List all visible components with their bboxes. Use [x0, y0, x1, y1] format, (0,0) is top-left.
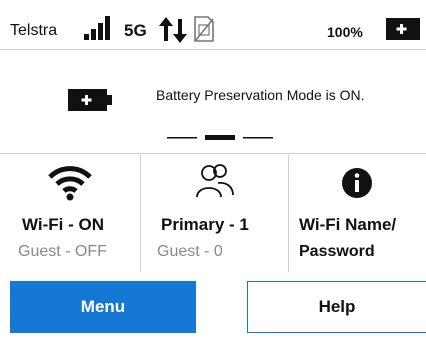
wifi-status: Wi-Fi - ON — [22, 215, 104, 234]
signal-strength-icon — [84, 16, 110, 40]
users-icon — [196, 164, 234, 198]
wifi-password-label: Password — [299, 243, 375, 260]
wifi-name-password-tile[interactable]: Wi-Fi Name/ Password — [289, 155, 426, 272]
wifi-name-label: Wi-Fi Name/ — [299, 215, 397, 234]
help-button[interactable]: Help — [247, 281, 426, 333]
battery-icon — [68, 89, 112, 111]
up-down-arrows-icon — [159, 17, 187, 43]
page-dot-3 — [243, 137, 273, 139]
page-dot-1 — [167, 137, 197, 139]
status-bar: Telstra 5G 100% — [0, 0, 426, 50]
info-icon — [342, 168, 372, 198]
notification-panel[interactable]: Battery Preservation Mode is ON. — [0, 51, 426, 154]
guest-wifi-status: Guest - OFF — [18, 243, 107, 260]
sim-card-icon — [194, 16, 214, 42]
battery-full-icon — [386, 18, 420, 40]
carrier-name: Telstra — [10, 22, 58, 39]
connected-users-tile[interactable]: Primary - 1 Guest - 0 — [141, 155, 289, 272]
network-type: 5G — [124, 21, 147, 40]
wifi-icon — [48, 166, 92, 201]
menu-button[interactable]: Menu — [10, 281, 196, 333]
notification-message: Battery Preservation Mode is ON. — [156, 87, 365, 103]
wifi-tile[interactable]: Wi-Fi - ON Guest - OFF — [0, 155, 141, 272]
guest-users-count: Guest - 0 — [157, 243, 223, 260]
page-dot-2 — [205, 135, 235, 140]
battery-percent: 100% — [327, 24, 363, 40]
primary-users-count: Primary - 1 — [161, 215, 249, 234]
page-indicator[interactable] — [167, 135, 277, 141]
quick-tiles: Wi-Fi - ON Guest - OFF Primary - 1 Guest… — [0, 155, 426, 272]
